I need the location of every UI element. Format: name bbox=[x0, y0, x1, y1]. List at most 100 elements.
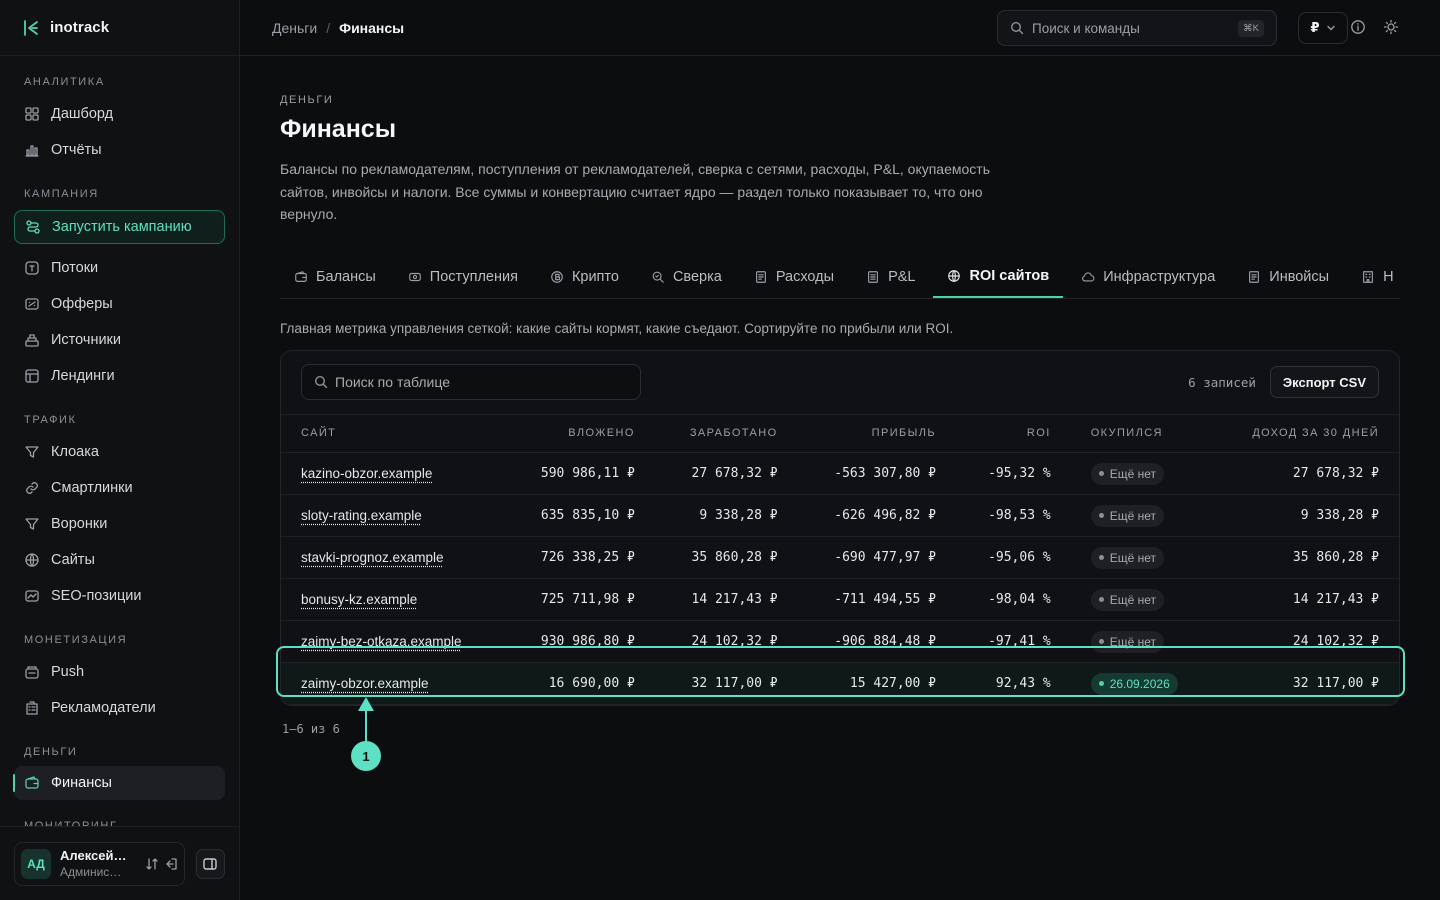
sidebar-nav: АНАЛИТИКА Дашборд Отчёты КАМПАНИЯ Запустить … bbox=[0, 56, 239, 826]
profit-cell: 15 427,00 ₽ bbox=[797, 662, 956, 705]
receipt-icon bbox=[755, 270, 766, 283]
site-link[interactable]: zaimy-bez-otkaza.example bbox=[281, 620, 506, 663]
sidebar-item-label: Воронки bbox=[51, 516, 108, 532]
shortcut-hint: ⌘K bbox=[1238, 19, 1264, 37]
sidebar-item[interactable]: SEO-позиции bbox=[14, 578, 225, 614]
export-csv-button[interactable]: Экспорт CSV bbox=[1269, 366, 1379, 398]
tab[interactable]: ROI сайтов bbox=[933, 256, 1064, 298]
column-header[interactable]: ЗАРАБОТАНО bbox=[654, 414, 798, 453]
funnel-icon bbox=[25, 518, 39, 530]
logout-icon[interactable] bbox=[164, 857, 178, 871]
tab-label: P&L bbox=[888, 268, 916, 285]
table-row[interactable]: sloty-rating.example 635 835,10 ₽9 338,28… bbox=[281, 494, 1399, 537]
status-badge: Ещё нет bbox=[1090, 462, 1164, 485]
table-row[interactable]: zaimy-bez-otkaza.example 930 986,80 ₽24 1… bbox=[281, 620, 1399, 663]
info-icon[interactable] bbox=[1350, 19, 1366, 35]
roi-table: САЙТ ВЛОЖЕНО ЗАРАБОТАНО ПРИБЫЛЬ ROI ОКУПИЛСЯ Д… bbox=[281, 414, 1399, 705]
roi-cell: -95,06 % bbox=[956, 536, 1071, 579]
sidebar-item[interactable]: Лендинги bbox=[14, 358, 225, 394]
sidebar-item-label: Финансы bbox=[51, 775, 112, 791]
tab-label: Сверка bbox=[672, 268, 722, 285]
launch-campaign-button[interactable]: Запустить кампанию bbox=[14, 210, 225, 244]
sidebar-item[interactable]: Финансы bbox=[13, 766, 225, 800]
table-header-row: САЙТ ВЛОЖЕНО ЗАРАБОТАНО ПРИБЫЛЬ ROI ОКУПИЛСЯ Д… bbox=[281, 414, 1399, 453]
sidebar-item[interactable]: Push bbox=[14, 654, 225, 690]
site-link[interactable]: bonusy-kz.example bbox=[281, 578, 506, 621]
sidebar-toggle-icon bbox=[203, 857, 218, 870]
sidebar-item-label: Смартлинки bbox=[51, 480, 133, 496]
profit-cell: -626 496,82 ₽ bbox=[797, 494, 956, 537]
site-link[interactable]: sloty-rating.example bbox=[281, 494, 506, 537]
column-header[interactable]: ДОХОД ЗА 30 ДНЕЙ bbox=[1212, 414, 1399, 453]
column-header[interactable]: ВЛОЖЕНО bbox=[505, 414, 655, 453]
tab[interactable]: Расходы bbox=[740, 256, 848, 298]
column-header[interactable]: ОКУПИЛСЯ bbox=[1070, 414, 1213, 453]
sidebar-item[interactable]: Офферы bbox=[14, 286, 225, 322]
earned-cell: 32 117,00 ₽ bbox=[654, 662, 798, 705]
breadcrumb-separator: / bbox=[326, 19, 331, 36]
tab-label: Крипто bbox=[571, 268, 619, 285]
table-row[interactable]: stavki-prognoz.example 726 338,25 ₽35 860… bbox=[281, 536, 1399, 579]
tab[interactable]: P&L bbox=[852, 256, 929, 298]
brand[interactable]: inotrack bbox=[0, 0, 239, 56]
avatar: АД bbox=[21, 848, 51, 879]
command-search-input[interactable]: Поиск и команды ⌘K bbox=[997, 10, 1277, 46]
table-row[interactable]: zaimy-obzor.example 16 690,00 ₽32 117,00 … bbox=[281, 662, 1399, 705]
invested-cell: 635 835,10 ₽ bbox=[505, 494, 655, 537]
sidebar-section-title: ДЕНЬГИ bbox=[24, 746, 78, 758]
building-icon bbox=[26, 701, 38, 715]
sources-icon bbox=[25, 334, 39, 347]
column-header[interactable]: САЙТ bbox=[281, 414, 506, 453]
tab-label: Расходы bbox=[775, 268, 835, 285]
sidebar-item[interactable]: Клоака bbox=[14, 434, 225, 470]
column-header[interactable]: ROI bbox=[956, 414, 1071, 453]
sidebar-item[interactable]: Воронки bbox=[14, 506, 225, 542]
sidebar: inotrack АНАЛИТИКА Дашборд Отчёты КАМПАНИЯ З… bbox=[0, 0, 240, 900]
earned-cell: 27 678,32 ₽ bbox=[654, 452, 798, 495]
table-body: kazino-obzor.example 590 986,11 ₽27 678,3… bbox=[281, 452, 1399, 705]
tab[interactable]: Крипто bbox=[536, 256, 633, 298]
status-dot bbox=[1098, 471, 1104, 476]
site-link[interactable]: zaimy-obzor.example bbox=[281, 662, 506, 705]
tab[interactable]: Поступления bbox=[394, 256, 532, 298]
theme-sun-icon[interactable] bbox=[1383, 19, 1399, 35]
tab[interactable]: Балансы bbox=[280, 256, 390, 298]
coin-icon bbox=[551, 270, 563, 283]
status-dot bbox=[1098, 555, 1104, 560]
invested-cell: 726 338,25 ₽ bbox=[505, 536, 655, 579]
earned-cell: 9 338,28 ₽ bbox=[654, 494, 798, 537]
roi-cell: -97,41 % bbox=[956, 620, 1071, 663]
table-search-placeholder: Поиск по таблице bbox=[335, 374, 451, 390]
payback-cell: Ещё нет bbox=[1070, 494, 1213, 537]
switch-icon[interactable] bbox=[145, 857, 159, 871]
sidebar-item[interactable]: Отчёты bbox=[14, 132, 225, 168]
tab[interactable]: Сверка bbox=[637, 256, 736, 298]
sidebar-item[interactable]: Смартлинки bbox=[14, 470, 225, 506]
tab[interactable]: Инфраструктура bbox=[1067, 256, 1229, 298]
income-30d-cell: 32 117,00 ₽ bbox=[1212, 662, 1399, 705]
sidebar-item[interactable]: Сайты bbox=[14, 542, 225, 578]
table-row[interactable]: kazino-obzor.example 590 986,11 ₽27 678,3… bbox=[281, 452, 1399, 495]
sidebar-item[interactable]: Рекламодатели bbox=[14, 690, 225, 726]
roi-cell: -98,53 % bbox=[956, 494, 1071, 537]
table-row[interactable]: bonusy-kz.example 725 711,98 ₽14 217,43 ₽… bbox=[281, 578, 1399, 621]
sidebar-item[interactable]: Потоки bbox=[14, 250, 225, 286]
invested-cell: 590 986,11 ₽ bbox=[505, 452, 655, 495]
breadcrumb-parent[interactable]: Деньги bbox=[272, 20, 317, 36]
site-link[interactable]: stavki-prognoz.example bbox=[281, 536, 506, 579]
report-icon bbox=[868, 270, 879, 283]
user-card[interactable]: АД Алексей… Админис… bbox=[14, 841, 185, 886]
command-search-placeholder: Поиск и команды bbox=[1032, 20, 1140, 36]
column-header[interactable]: ПРИБЫЛЬ bbox=[797, 414, 956, 453]
tab[interactable]: Инвойсы bbox=[1233, 256, 1343, 298]
sidebar-item[interactable]: Дашборд bbox=[14, 96, 225, 132]
toggle-panel-button[interactable] bbox=[195, 848, 225, 879]
site-link[interactable]: kazino-obzor.example bbox=[281, 452, 506, 495]
status-dot bbox=[1098, 597, 1104, 602]
table-search-input[interactable]: Поиск по таблице bbox=[301, 364, 641, 400]
currency-select[interactable]: ₽ bbox=[1298, 12, 1348, 44]
chevron-down-icon bbox=[1326, 25, 1335, 31]
sidebar-item[interactable]: Источники bbox=[14, 322, 225, 358]
income-30d-cell: 24 102,32 ₽ bbox=[1212, 620, 1399, 663]
tab[interactable]: Н bbox=[1347, 256, 1400, 298]
